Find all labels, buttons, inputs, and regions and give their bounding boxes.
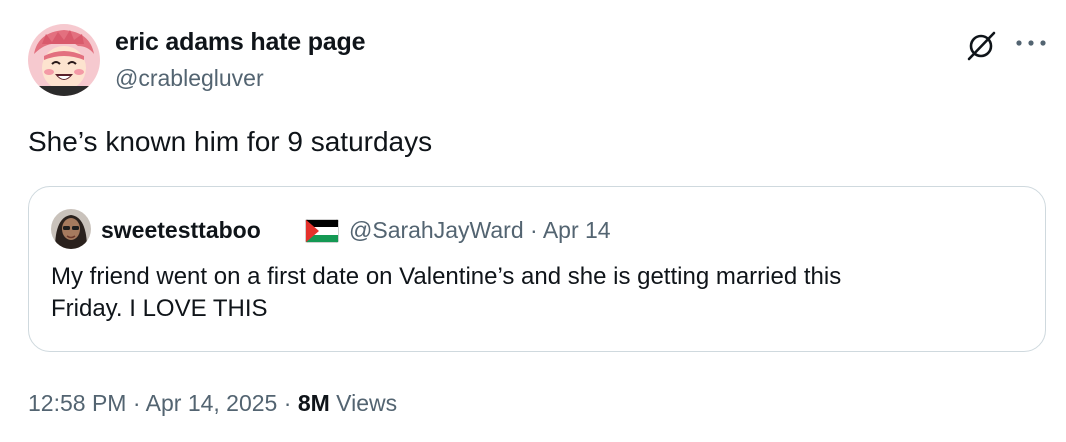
author-avatar[interactable] — [28, 24, 100, 96]
quote-author-avatar[interactable] — [51, 209, 91, 249]
tweet-time[interactable]: 12:58 PM — [28, 390, 126, 416]
views-count: 8M — [297, 390, 330, 416]
quoted-tweet[interactable]: sweetesttaboo @SarahJayWard · Apr 14 My … — [28, 186, 1046, 352]
quote-date[interactable]: Apr 14 — [543, 217, 611, 243]
quote-text-line: My friend went on a first date on Valent… — [51, 263, 842, 290]
author-handle[interactable]: @crablegluver — [115, 65, 264, 92]
quote-author-name[interactable]: sweetesttaboo — [101, 217, 261, 244]
tweet-text: She’s known him for 9 saturdays — [28, 126, 433, 157]
quote-meta: @SarahJayWard · Apr 14 — [349, 217, 611, 244]
separator: · — [132, 390, 141, 416]
quote-author-handle[interactable]: @SarahJayWard — [349, 217, 524, 243]
views-label: Views — [336, 390, 398, 416]
tweet-date[interactable]: Apr 14, 2025 — [146, 390, 278, 416]
author-name[interactable]: eric adams hate page — [115, 28, 365, 57]
separator: · — [283, 390, 292, 416]
tweet-metadata: 12:58 PM · Apr 14, 2025 · 8M Views — [28, 390, 397, 417]
palestine-flag-icon — [305, 219, 339, 243]
quote-text-line: Friday. I LOVE THIS — [51, 295, 268, 322]
separator: · — [530, 217, 538, 243]
quote-text: My friend went on a first date on Valent… — [51, 261, 1011, 325]
grok-icon[interactable] — [965, 30, 997, 62]
more-options-icon[interactable] — [1014, 36, 1048, 48]
